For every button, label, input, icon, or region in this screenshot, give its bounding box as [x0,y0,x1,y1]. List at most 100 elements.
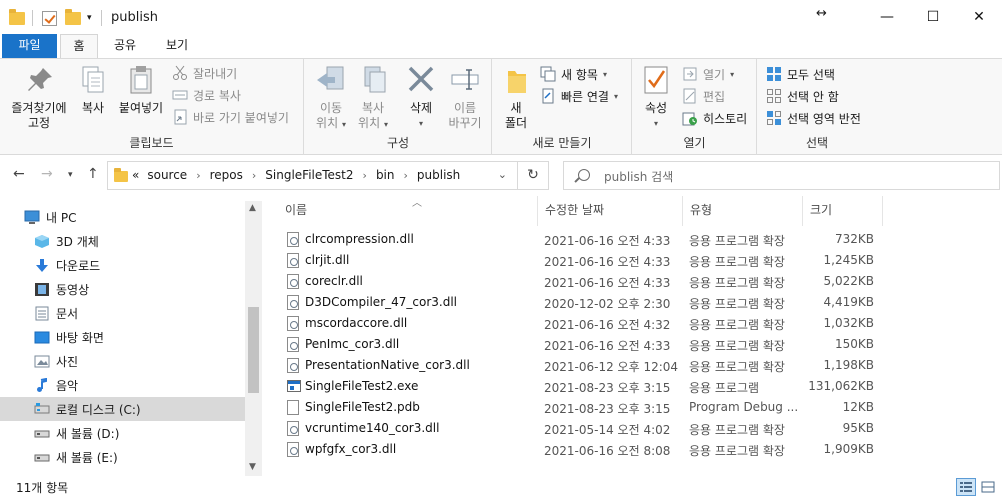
paste-button[interactable]: 붙여넣기 [114,65,168,116]
copy-path-button[interactable]: 경로 복사 [172,85,241,105]
edit-button[interactable]: 편집 [682,86,725,106]
recent-locations-button[interactable]: ▾ [68,170,73,180]
file-modified-date: 2021-05-14 오전 4:02 [544,423,671,437]
file-row[interactable]: wpfgfx_cor3.dll 2021-06-16 오전 8:08 응용 프로그램… [281,439,881,460]
tab-view[interactable]: 보기 [154,34,200,58]
up-button[interactable]: ↑ [87,166,99,182]
move-to-label-line1: 이동 [319,101,343,115]
move-to-button[interactable]: 이동 위치 ▾ [311,65,351,132]
breadcrumb-item[interactable]: bin [376,168,395,182]
cut-button[interactable]: 잘라내기 [172,63,237,83]
nav-item-volume-e[interactable]: 새 볼륨 (E:) [0,445,245,469]
new-item-button[interactable]: 새 항목 ▾ [540,64,607,84]
nav-item-documents[interactable]: 문서 [0,301,245,325]
file-name: mscordaccore.dll [305,316,408,330]
file-row[interactable]: clrjit.dll 2021-06-16 오전 4:33 응용 프로그램 확장 1,… [281,250,881,271]
file-row[interactable]: mscordaccore.dll 2021-06-16 오전 4:32 응용 프로그… [281,313,881,334]
file-size: 1,245KB [823,253,874,267]
scroll-thumb[interactable] [248,307,259,393]
delete-button[interactable]: 삭제 ▾ [401,65,441,131]
file-row[interactable]: SingleFileTest2.exe 2021-08-23 오후 3:15 응용 … [281,376,881,397]
file-row[interactable]: PenImc_cor3.dll 2021-06-16 오전 4:33 응용 프로그램… [281,334,881,355]
nav-item-volume-d[interactable]: 새 볼륨 (D:) [0,421,245,445]
nav-item-this-pc[interactable]: 내 PC [0,205,245,229]
file-row[interactable]: coreclr.dll 2021-06-16 오전 4:33 응용 프로그램 확장 5… [281,271,881,292]
paste-shortcut-label: 바로 가기 붙여넣기 [193,110,289,125]
properties-quick-icon[interactable] [42,9,57,27]
address-dropdown-icon[interactable]: ⌄ [498,168,507,181]
details-view-button[interactable] [956,478,976,496]
paste-shortcut-icon [172,109,188,125]
select-all-button[interactable]: 모두 선택 [766,64,835,84]
select-none-button[interactable]: 선택 안 함 [766,86,839,106]
resize-cursor-icon: ↔ [816,6,827,21]
tab-file[interactable]: 파일 [2,34,57,58]
breadcrumb-item[interactable]: source [147,168,187,182]
rename-button[interactable]: 이름 바꾸기 [443,65,487,131]
forward-button[interactable]: → [41,166,53,182]
close-button[interactable]: ✕ [956,0,1002,34]
large-icons-view-button[interactable] [978,478,998,496]
scroll-down-arrow-icon[interactable]: ▼ [249,462,256,472]
file-type: 응용 프로그램 [689,381,760,395]
file-row[interactable]: D3DCompiler_47_cor3.dll 2020-12-02 오후 2:3… [281,292,881,313]
nav-item-downloads[interactable]: 다운로드 [0,253,245,277]
file-row[interactable]: SingleFileTest2.pdb 2021-08-23 오후 3:15 Pro… [281,397,881,418]
paste-label: 붙여넣기 [118,101,164,115]
breadcrumb-item[interactable]: publish [417,168,460,182]
new-group-label: 새로 만들기 [532,136,592,150]
nav-scrollbar[interactable]: ▲ ▼ [245,201,262,476]
breadcrumb-item[interactable]: repos [210,168,243,182]
pin-to-quick-access-button[interactable]: 즐겨찾기에 고정 [6,65,72,131]
nav-item-3d-objects[interactable]: 3D 개체 [0,229,245,253]
copy-path-icon [172,87,188,103]
minimize-button[interactable]: — [864,0,910,34]
copy-to-button[interactable]: 복사 위치 ▾ [353,65,393,132]
breadcrumb-chevron-icon[interactable]: › [363,169,367,182]
refresh-button[interactable]: ↻ [518,161,549,190]
properties-check-icon [640,65,672,95]
column-header-name[interactable]: 이름 ︿ [278,196,538,226]
address-bar[interactable]: « source › repos › SingleFileTest2 › bin… [107,161,518,190]
column-header-type[interactable]: 유형 [683,196,803,226]
file-row[interactable]: clrcompression.dll 2021-06-16 오전 4:33 응용 프… [281,229,881,250]
tab-home[interactable]: 홈 [60,34,98,58]
maximize-button[interactable]: ☐ [910,0,956,34]
dll-file-icon [287,253,299,268]
breadcrumb-chevron-icon[interactable]: › [404,169,408,182]
dll-file-icon [287,274,299,289]
pin-icon [23,65,55,95]
invert-selection-icon [766,110,782,126]
breadcrumb-overflow[interactable]: « [132,168,139,182]
nav-item-pictures[interactable]: 사진 [0,349,245,373]
new-folder-button[interactable]: 새 폴더 [499,65,533,131]
column-header-size[interactable]: 크기 [803,196,883,226]
file-row[interactable]: PresentationNative_cor3.dll 2021-06-12 오후… [281,355,881,376]
breadcrumb-item[interactable]: SingleFileTest2 [265,168,353,182]
copy-button[interactable]: 복사 [76,65,110,116]
nav-item-music[interactable]: 음악 [0,373,245,397]
open-button[interactable]: 열기 ▾ [682,64,734,84]
scroll-up-arrow-icon[interactable]: ▲ [249,203,256,213]
nav-item-desktop[interactable]: 바탕 화면 [0,325,245,349]
history-button[interactable]: 히스토리 [682,108,747,128]
customize-quick-access-icon[interactable]: ▾ [87,9,92,27]
back-button[interactable]: ← [13,166,25,182]
column-header-date[interactable]: 수정한 날짜 [538,196,683,226]
file-row[interactable]: vcruntime140_cor3.dll 2021-05-14 오전 4:02 응… [281,418,881,439]
properties-button[interactable]: 속성 ▾ [639,65,673,131]
folder-icon [114,168,128,182]
open-group-label: 열기 [683,136,706,150]
breadcrumb-chevron-icon[interactable]: › [252,169,256,182]
invert-selection-button[interactable]: 선택 영역 반전 [766,108,861,128]
pc-icon [24,210,40,225]
search-box[interactable]: publish 검색 [563,161,1000,190]
nav-label: 3D 개체 [56,234,99,249]
nav-item-videos[interactable]: 동영상 [0,277,245,301]
breadcrumb-chevron-icon[interactable]: › [196,169,200,182]
new-folder-quick-icon[interactable] [65,8,81,27]
nav-item-local-disk-c[interactable]: 로컬 디스크 (C:) [0,397,245,421]
tab-share[interactable]: 공유 [103,34,147,58]
easy-access-button[interactable]: 빠른 연결 ▾ [540,86,618,106]
paste-shortcut-button[interactable]: 바로 가기 붙여넣기 [172,107,289,127]
